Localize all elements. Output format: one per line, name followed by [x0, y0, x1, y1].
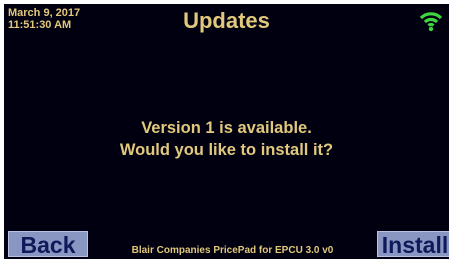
page-title: Updates: [183, 8, 270, 33]
update-message: Version 1 is available. Would you like t…: [4, 117, 449, 161]
message-line-2: Would you like to install it?: [119, 141, 334, 159]
message-line-1: Version 1 is available.: [141, 119, 312, 137]
footer-text: Blair Companies PricePad for EPCU 3.0 v0: [131, 245, 334, 256]
updates-screen: March 9, 2017 11:51:30 AM Updates Versio…: [4, 4, 449, 259]
back-button[interactable]: Back: [8, 231, 88, 258]
install-button[interactable]: Install: [377, 231, 449, 258]
wifi-icon: [419, 12, 443, 32]
